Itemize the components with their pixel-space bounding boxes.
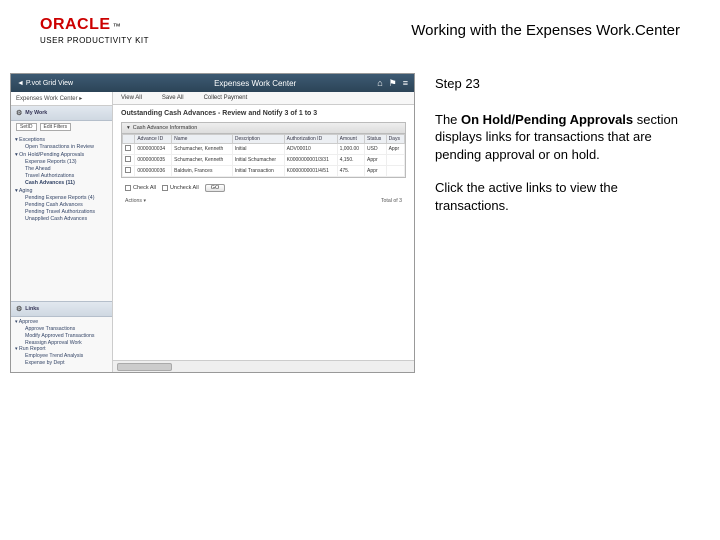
- sidebar-item[interactable]: Pending Travel Authorizations: [25, 208, 108, 215]
- table-row[interactable]: 0000000034 Schumacher, Kenneth Initial A…: [123, 144, 405, 155]
- checkall-label[interactable]: Check All: [133, 185, 156, 191]
- table-row[interactable]: 0000000036 Baldwin, Frances Initial Tran…: [123, 166, 405, 177]
- workcenter-label[interactable]: Expenses Work Center ▸: [11, 92, 112, 106]
- checkall-checkbox[interactable]: [125, 185, 131, 191]
- gear-icon[interactable]: ⚙: [16, 305, 22, 313]
- flag-icon[interactable]: ⚑: [389, 78, 397, 89]
- trademark: ™: [113, 22, 121, 31]
- row-checkbox[interactable]: [125, 145, 131, 151]
- gear-icon[interactable]: ⚙: [16, 109, 22, 117]
- menu-icon[interactable]: ≡: [403, 78, 408, 89]
- links-label: Links: [25, 306, 39, 312]
- sidebar-item[interactable]: The Ahead: [25, 165, 108, 172]
- document-title: Working with the Expenses Work.Center: [411, 22, 680, 39]
- row-checkbox[interactable]: [125, 167, 131, 173]
- row-checkbox[interactable]: [125, 156, 131, 162]
- tab-collect[interactable]: Collect Payment: [204, 95, 248, 101]
- sidebar-item[interactable]: Open Transactions in Review: [25, 143, 108, 150]
- tab-saveall[interactable]: Save All: [162, 95, 184, 101]
- table-row[interactable]: 0000000035 Schumacher, Kenneth Initial S…: [123, 155, 405, 166]
- col-days[interactable]: Days: [386, 135, 404, 144]
- instruction-para1: The On Hold/Pending Approvals section di…: [435, 111, 685, 164]
- uncheckall-label[interactable]: Uncheck All: [170, 185, 199, 191]
- sidebar-item[interactable]: Pending Expense Reports (4): [25, 194, 108, 201]
- instruction-para2: Click the active links to view the trans…: [435, 179, 685, 214]
- sidebar-item[interactable]: Expense Reports (13): [25, 158, 108, 165]
- back-link[interactable]: ◄ P.vot Grid View: [11, 80, 73, 87]
- go-button[interactable]: GO: [205, 184, 226, 192]
- pager-row: Actions ▾ Total of 3: [113, 196, 414, 208]
- main-panel: View All Save All Collect Payment Outsta…: [113, 92, 414, 372]
- actions-dropdown[interactable]: Actions ▾: [125, 198, 146, 204]
- oracle-logo-text: ORACLE: [40, 16, 111, 34]
- links-header[interactable]: ⚙ Links: [11, 301, 112, 317]
- mywork-header[interactable]: ⚙ My Work: [11, 106, 112, 121]
- main-title: Outstanding Cash Advances - Review and N…: [113, 105, 414, 120]
- link-item[interactable]: Modify Approved Transactions: [25, 332, 108, 339]
- mywork-list: ▾ Exceptions Open Transactions in Review…: [11, 133, 112, 226]
- links-list: ▾ Approve Approve Transactions Modify Ap…: [11, 317, 112, 372]
- cash-advance-box: ▾Cash Advance Information Advance ID Nam…: [121, 122, 406, 178]
- link-item[interactable]: Approve Transactions: [25, 325, 108, 332]
- mywork-label: My Work: [25, 110, 47, 116]
- tab-viewall[interactable]: View All: [121, 95, 142, 101]
- app-title: Expenses Work Center: [73, 79, 377, 88]
- chevron-down-icon[interactable]: ▾: [127, 125, 130, 131]
- app-topbar: ◄ P.vot Grid View Expenses Work Center ⌂…: [11, 74, 414, 92]
- upk-subbrand: USER PRODUCTIVITY KIT: [40, 36, 149, 45]
- box-label: Cash Advance Information: [133, 125, 198, 131]
- col-desc[interactable]: Description: [232, 135, 284, 144]
- sidebar-item-cash-advances[interactable]: Cash Advances (11): [25, 179, 108, 186]
- instruction-panel: Step 23 The On Hold/Pending Approvals se…: [435, 73, 685, 373]
- uncheckall-checkbox[interactable]: [162, 185, 168, 191]
- logo-area: ORACLE ™ USER PRODUCTIVITY KIT: [40, 16, 149, 45]
- action-links-row: View All Save All Collect Payment: [113, 92, 414, 105]
- home-icon[interactable]: ⌂: [377, 78, 382, 89]
- page-header: ORACLE ™ USER PRODUCTIVITY KIT Working w…: [0, 0, 720, 53]
- link-item[interactable]: Reassign Approval Work: [25, 339, 108, 346]
- col-name[interactable]: Name: [172, 135, 233, 144]
- step-label: Step 23: [435, 75, 685, 93]
- app-screenshot: ◄ P.vot Grid View Expenses Work Center ⌂…: [10, 73, 415, 373]
- link-item[interactable]: Expense by Dept: [25, 359, 108, 366]
- pager-total: Total of 3: [381, 198, 402, 204]
- sidebar-item[interactable]: Travel Authorizations: [25, 172, 108, 179]
- col-amount[interactable]: Amount: [337, 135, 364, 144]
- cash-advance-table: Advance ID Name Description Authorizatio…: [122, 134, 405, 177]
- bulk-action-row: Check All Uncheck All GO: [113, 180, 414, 196]
- scope-dropdown[interactable]: SetID: [16, 123, 37, 131]
- sidebar: Expenses Work Center ▸ ⚙ My Work SetID E…: [11, 92, 113, 372]
- col-select[interactable]: [123, 135, 135, 144]
- link-item[interactable]: Employee Trend Analysis: [25, 352, 108, 359]
- edit-filters-button[interactable]: Edit Filters: [40, 123, 72, 131]
- sidebar-item[interactable]: Unapplied Cash Advances: [25, 215, 108, 222]
- onhold-pending-bold: On Hold/Pending Approvals: [461, 112, 633, 127]
- col-advanceid[interactable]: Advance ID: [135, 135, 172, 144]
- col-auth[interactable]: Authorization ID: [284, 135, 337, 144]
- horizontal-scrollbar[interactable]: [113, 360, 414, 372]
- sidebar-item[interactable]: Pending Cash Advances: [25, 201, 108, 208]
- scrollbar-thumb[interactable]: [117, 363, 172, 371]
- col-status[interactable]: Status: [365, 135, 387, 144]
